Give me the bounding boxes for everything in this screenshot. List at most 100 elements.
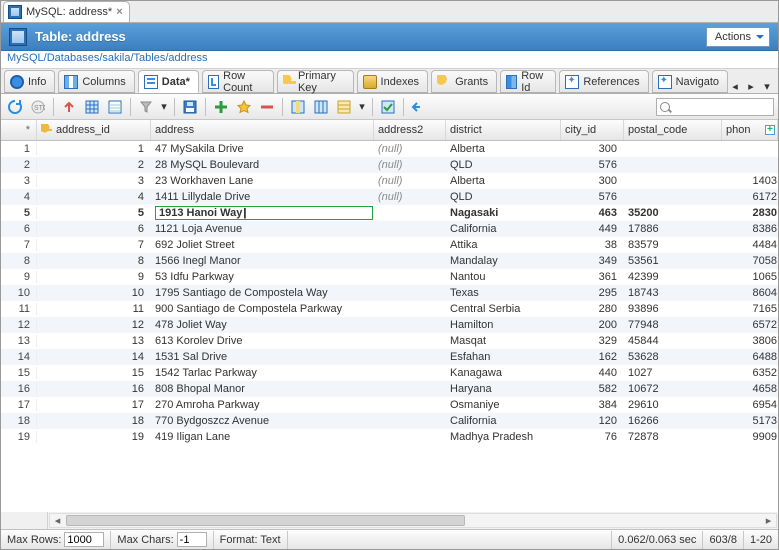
cell-district[interactable]: Texas [446,287,561,299]
add-column-icon[interactable] [765,125,775,135]
cell-city-id[interactable]: 38 [561,239,624,251]
tab-navigator[interactable]: Navigato [652,70,728,93]
cell-city-id[interactable]: 576 [561,159,624,171]
select-columns-button[interactable] [288,97,308,117]
cell-address[interactable]: 1566 Inegl Manor [151,255,374,267]
cell-district[interactable]: Attika [446,239,561,251]
col-header-city-id[interactable]: city_id [561,120,624,140]
tab-row-count[interactable]: Row Count [202,70,274,93]
refresh-button[interactable] [5,97,25,117]
cell-postal-code[interactable]: 72878 [624,431,722,443]
cell-district[interactable]: Osmaniye [446,399,561,411]
cell-phone[interactable]: 6172 [722,191,778,203]
col-header-postal-code[interactable]: postal_code [624,120,722,140]
cell-phone[interactable]: 4484 [722,239,778,251]
cell-postal-code[interactable]: 1027 [624,367,722,379]
cell-address-id[interactable]: 10 [37,287,151,299]
cell-district[interactable]: Nantou [446,271,561,283]
cell-district[interactable]: Masqat [446,335,561,347]
cell-address-id[interactable]: 4 [37,191,151,203]
cell-address-id[interactable]: 18 [37,415,151,427]
delete-row-button[interactable] [257,97,277,117]
cell-district[interactable]: Alberta [446,175,561,187]
table-row[interactable]: 2228 MySQL Boulevard(null)QLD576 [1,157,778,173]
editor-tab-address[interactable]: MySQL: address* × [3,1,130,22]
cell-address-id[interactable]: 9 [37,271,151,283]
col-header-address2[interactable]: address2 [374,120,446,140]
tab-list-icon[interactable]: ▾ [760,79,774,93]
table-row[interactable]: 661121 Loja AvenueCalifornia449178868386 [1,221,778,237]
cell-address-id[interactable]: 15 [37,367,151,379]
format-label[interactable]: Format: Text [214,531,288,549]
cell-address-id[interactable]: 2 [37,159,151,171]
breadcrumb[interactable]: MySQL/Databases/sakila/Tables/address [1,51,778,69]
col-header-address-id[interactable]: address_id [37,120,151,140]
cell-district[interactable]: Haryana [446,383,561,395]
table-row[interactable]: 1212478 Joliet WayHamilton200779486572 [1,317,778,333]
cell-address[interactable]: 47 MySakila Drive [151,143,374,155]
cell-address-id[interactable]: 7 [37,239,151,251]
cell-phone[interactable]: 7165 [722,303,778,315]
cell-address[interactable]: 900 Santiago de Compostela Parkway [151,303,374,315]
cell-city-id[interactable]: 361 [561,271,624,283]
cell-postal-code[interactable]: 93896 [624,303,722,315]
cell-phone[interactable]: 7058 [722,255,778,267]
table-row[interactable]: 3323 Workhaven Lane(null)Alberta3001403 [1,173,778,189]
cell-postal-code[interactable]: 17886 [624,223,722,235]
grid-view-button[interactable] [82,97,102,117]
cell-district[interactable]: Alberta [446,143,561,155]
tab-indexes[interactable]: Indexes [357,70,429,93]
cell-address2[interactable]: (null) [374,159,446,171]
cell-city-id[interactable]: 300 [561,143,624,155]
actions-button[interactable]: Actions [706,27,770,47]
table-row[interactable]: 77692 Joliet StreetAttika38835794484 [1,237,778,253]
cell-address[interactable]: 808 Bhopal Manor [151,383,374,395]
table-row[interactable]: 1616808 Bhopal ManorHaryana582106724658 [1,381,778,397]
cell-city-id[interactable]: 463 [561,207,624,219]
cell-address-id[interactable]: 8 [37,255,151,267]
cell-postal-code[interactable]: 16266 [624,415,722,427]
cell-district[interactable]: California [446,223,561,235]
cell-phone[interactable]: 4658 [722,383,778,395]
cell-city-id[interactable]: 384 [561,399,624,411]
cell-district[interactable]: Madhya Pradesh [446,431,561,443]
search-input[interactable] [656,98,774,116]
tab-primary-key[interactable]: Primary Key [277,70,353,93]
cell-postal-code[interactable]: 18743 [624,287,722,299]
table-row[interactable]: 1919419 Iligan LaneMadhya Pradesh7672878… [1,429,778,445]
favorite-button[interactable] [234,97,254,117]
cell-address-id[interactable]: 11 [37,303,151,315]
scroll-right-icon[interactable]: ▸ [744,79,758,93]
cell-district[interactable]: Hamilton [446,319,561,331]
cell-address[interactable]: 1531 Sal Drive [151,351,374,363]
scroll-left-icon[interactable]: ◂ [728,79,742,93]
cell-address-id[interactable]: 19 [37,431,151,443]
cell-postal-code[interactable]: 53561 [624,255,722,267]
max-rows-input[interactable] [64,532,104,547]
cell-address-id[interactable]: 6 [37,223,151,235]
cell-district[interactable]: Esfahan [446,351,561,363]
highlight-button[interactable] [334,97,354,117]
cell-city-id[interactable]: 76 [561,431,624,443]
cell-address-id[interactable]: 12 [37,319,151,331]
cell-postal-code[interactable]: 77948 [624,319,722,331]
tab-data[interactable]: Data* [138,70,199,93]
table-row[interactable]: 15151542 Tarlac ParkwayKanagawa440102763… [1,365,778,381]
table-row[interactable]: 1313613 Korolev DriveMasqat329458443806 [1,333,778,349]
tab-grants[interactable]: Grants [431,70,497,93]
cell-address[interactable]: 1913 Hanoi Way [151,206,374,220]
table-row[interactable]: 1111900 Santiago de Compostela ParkwayCe… [1,301,778,317]
stop-button[interactable]: STOP [28,97,48,117]
table-row[interactable]: 9953 Idfu ParkwayNantou361423991065 [1,269,778,285]
cell-district[interactable]: QLD [446,159,561,171]
cell-postal-code[interactable]: 29610 [624,399,722,411]
cell-phone[interactable]: 6954 [722,399,778,411]
cell-address-id[interactable]: 13 [37,335,151,347]
cell-address[interactable]: 1121 Loja Avenue [151,223,374,235]
max-chars-input[interactable] [177,532,207,547]
cell-address[interactable]: 270 Amroha Parkway [151,399,374,411]
cell-phone[interactable]: 1065 [722,271,778,283]
cell-city-id[interactable]: 300 [561,175,624,187]
tab-info[interactable]: Info [4,70,55,93]
cell-city-id[interactable]: 440 [561,367,624,379]
